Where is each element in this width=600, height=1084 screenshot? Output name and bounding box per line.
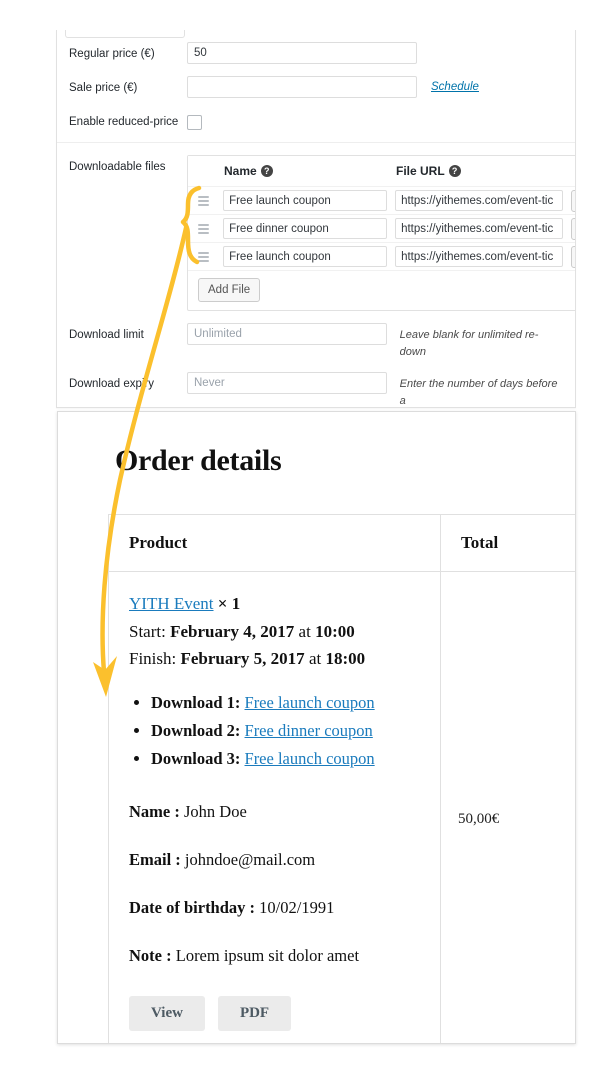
order-items-table: Product Total YITH Event × 1 Start: Febr… [108, 514, 576, 1044]
page-title: Order details [58, 412, 575, 478]
file-name-input[interactable] [223, 218, 387, 239]
download-expiry-label: Download expiry [69, 372, 187, 392]
event-start-date: February 4, 2017 [170, 622, 294, 641]
meta-birthday: Date of birthday : 10/02/1991 [129, 898, 440, 918]
download-label: Download 1: [151, 693, 240, 712]
list-item: Download 1: Free launch coupon [151, 689, 440, 717]
enable-reduced-price-label: Enable reduced-price [69, 110, 187, 130]
schedule-link[interactable]: Schedule [431, 76, 479, 93]
meta-note-value: Lorem ipsum sit dolor amet [176, 946, 359, 965]
field-row-sale-price: Sale price (€) Schedule [57, 70, 575, 104]
product-link[interactable]: YITH Event [129, 594, 214, 613]
download-link[interactable]: Free dinner coupon [245, 721, 373, 740]
event-finish-line: Finish: February 5, 2017 at 18:00 [129, 645, 440, 673]
help-icon[interactable]: ? [261, 165, 273, 177]
choose-file-button[interactable]: Ch [571, 218, 576, 240]
order-actions: View PDF [129, 996, 440, 1031]
column-header-file-url: File URL [396, 164, 445, 178]
meta-email: Email : johndoe@mail.com [129, 850, 440, 870]
downloadable-files-label: Downloadable files [69, 155, 187, 175]
meta-email-value: johndoe@mail.com [185, 850, 315, 869]
list-item: Download 2: Free dinner coupon [151, 717, 440, 745]
meta-birthday-value: 10/02/1991 [259, 898, 334, 917]
meta-note: Note : Lorem ipsum sit dolor amet [129, 946, 440, 966]
sale-price-label: Sale price (€) [69, 76, 187, 96]
product-data-panel: Regular price (€) Sale price (€) Schedul… [56, 30, 576, 408]
column-header-product: Product [109, 515, 441, 572]
field-row-download-limit: Download limit Leave blank for unlimited… [57, 317, 575, 366]
meta-name-value: John Doe [184, 802, 247, 821]
add-file-button[interactable]: Add File [198, 278, 260, 302]
table-row: YITH Event × 1 Start: February 4, 2017 a… [109, 572, 577, 1045]
event-finish-at: at [309, 649, 321, 668]
list-item: Download 3: Free launch coupon [151, 745, 440, 773]
download-limit-label: Download limit [69, 323, 187, 343]
file-url-input[interactable] [395, 218, 563, 239]
order-item-product-cell: YITH Event × 1 Start: February 4, 2017 a… [109, 572, 441, 1045]
downloadable-files-table: Name? File URL? Ch Ch [187, 155, 576, 311]
drag-handle-icon[interactable] [198, 194, 223, 208]
field-row-regular-price: Regular price (€) [57, 36, 575, 70]
regular-price-label: Regular price (€) [69, 42, 187, 62]
downloadable-files-header: Name? File URL? [188, 156, 576, 186]
meta-birthday-label: Date of birthday : [129, 898, 255, 917]
enable-reduced-price-checkbox[interactable] [187, 115, 202, 130]
panel-tab-stub [65, 30, 185, 38]
choose-file-button[interactable]: Ch [571, 190, 576, 212]
meta-note-label: Note : [129, 946, 172, 965]
file-url-input[interactable] [395, 246, 563, 267]
order-details-panel: Order details Product Total YITH Event ×… [57, 411, 576, 1044]
download-link[interactable]: Free launch coupon [245, 693, 375, 712]
file-name-input[interactable] [223, 190, 387, 211]
download-label: Download 2: [151, 721, 240, 740]
file-url-input[interactable] [395, 190, 563, 211]
sale-price-input[interactable] [187, 76, 417, 98]
event-start-label: Start: [129, 622, 166, 641]
help-icon[interactable]: ? [449, 165, 461, 177]
download-expiry-hint-line1: Enter the number of days before a [400, 378, 558, 407]
event-finish-label: Finish: [129, 649, 176, 668]
field-row-downloadable-files: Downloadable files Name? File URL? Ch [57, 142, 575, 317]
table-header-row: Product Total [109, 515, 577, 572]
download-link[interactable]: Free launch coupon [245, 749, 375, 768]
column-header-total: Total [441, 515, 577, 572]
downloadable-file-row: Ch [188, 242, 576, 270]
download-label: Download 3: [151, 749, 240, 768]
field-row-download-expiry: Download expiry Enter the number of days… [57, 366, 575, 408]
column-header-name: Name [224, 164, 257, 178]
downloadable-file-row: Ch [188, 214, 576, 242]
event-start-time: 10:00 [315, 622, 355, 641]
download-limit-input[interactable] [187, 323, 387, 345]
view-button[interactable]: View [129, 996, 205, 1031]
download-expiry-input[interactable] [187, 372, 387, 394]
event-start-at: at [299, 622, 311, 641]
downloadable-file-row: Ch [188, 186, 576, 214]
event-finish-time: 18:00 [325, 649, 365, 668]
file-name-input[interactable] [223, 246, 387, 267]
product-quantity: × 1 [218, 594, 240, 613]
downloadable-files-footer: Add File [188, 270, 576, 310]
downloads-list: Download 1: Free launch coupon Download … [129, 689, 440, 774]
product-name-line: YITH Event × 1 [129, 590, 440, 618]
download-limit-hint: Leave blank for unlimited re-down [400, 323, 563, 360]
field-row-enable-reduced-price: Enable reduced-price [57, 104, 575, 136]
order-total-value: 50,00€ [458, 811, 499, 827]
event-finish-date: February 5, 2017 [181, 649, 305, 668]
choose-file-button[interactable]: Ch [571, 246, 576, 268]
pdf-button[interactable]: PDF [218, 996, 291, 1031]
event-start-line: Start: February 4, 2017 at 10:00 [129, 618, 440, 646]
meta-name-label: Name : [129, 802, 180, 821]
download-expiry-hint: Enter the number of days before a expire… [400, 372, 563, 408]
meta-name: Name : John Doe [129, 802, 440, 822]
drag-handle-icon[interactable] [198, 250, 223, 264]
regular-price-input[interactable] [187, 42, 417, 64]
drag-handle-icon[interactable] [198, 222, 223, 236]
order-item-total-cell: 50,00€ [441, 572, 577, 1045]
meta-email-label: Email : [129, 850, 181, 869]
